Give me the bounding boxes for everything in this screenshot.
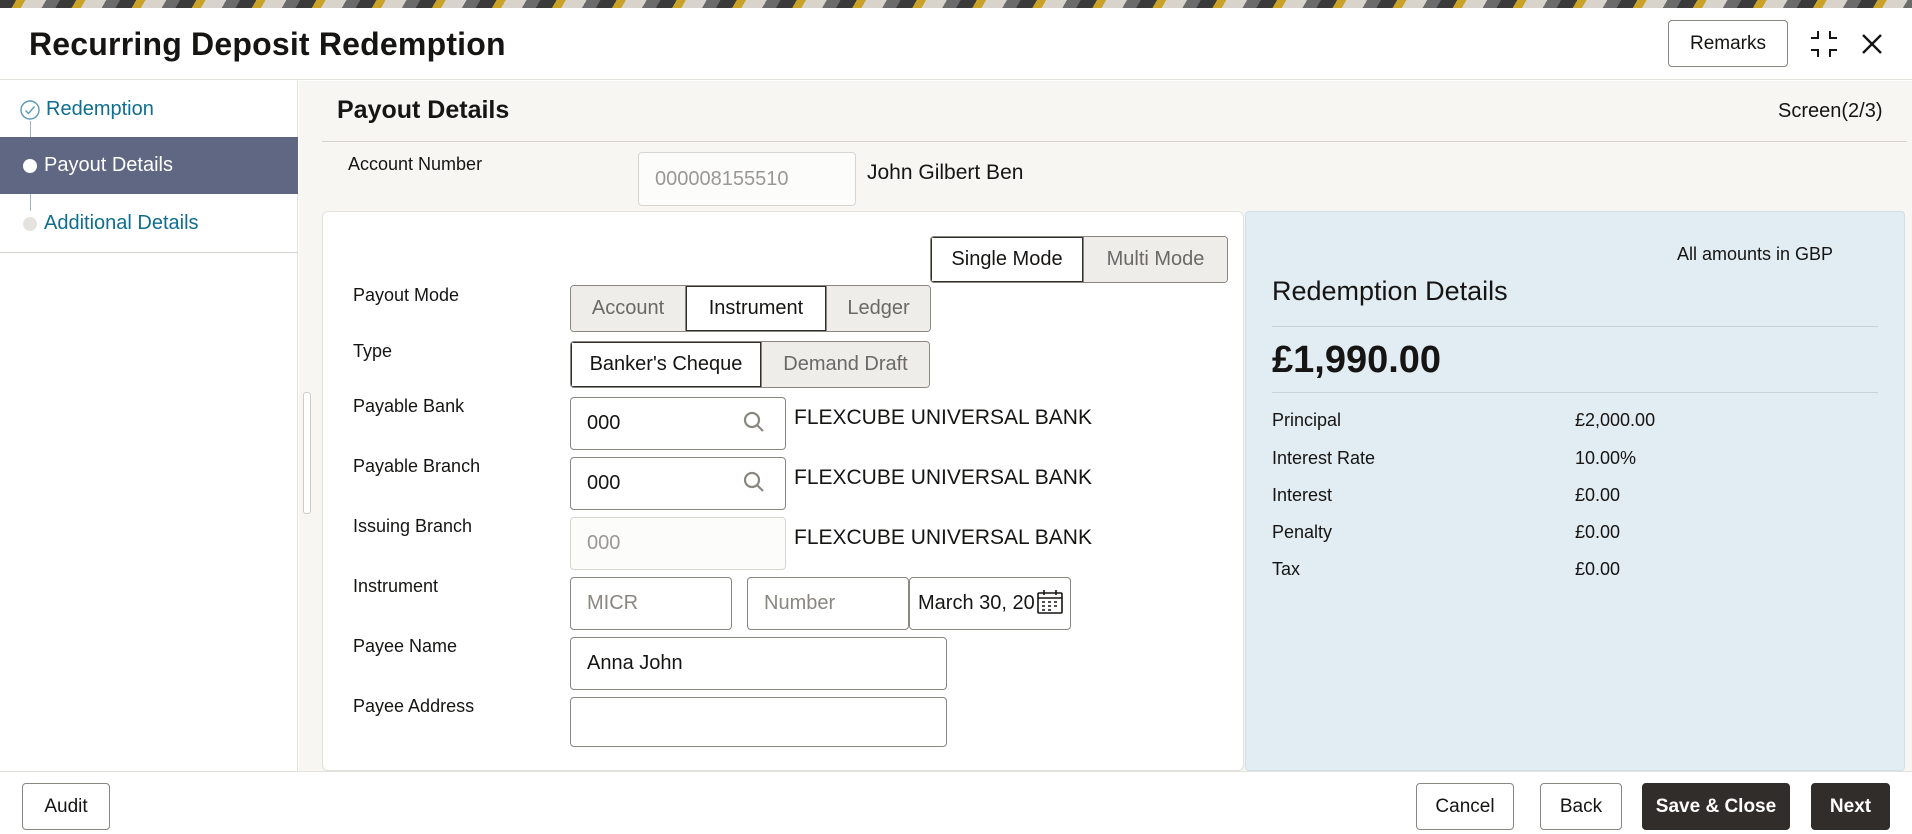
type-bankers-cheque-option[interactable]: Banker's Cheque (571, 342, 762, 387)
payable-branch-input[interactable]: 000 (570, 457, 786, 510)
payout-mode-ledger-option[interactable]: Ledger (827, 286, 930, 331)
issuing-branch-field: 000 (570, 517, 786, 570)
payee-name-label: Payee Name (353, 636, 458, 656)
sidebar-step-redemption[interactable]: Redemption (0, 81, 298, 138)
issuing-branch-name: FLEXCUBE UNIVERSAL BANK (794, 526, 1092, 549)
screen-indicator: Screen(2/3) (1778, 100, 1883, 122)
payout-mode-toggle: Account Instrument Ledger (570, 285, 931, 332)
instrument-date-input[interactable]: March 30, 20 (909, 577, 1071, 630)
interest-label: Interest (1272, 485, 1333, 505)
type-toggle: Banker's Cheque Demand Draft (570, 341, 930, 388)
shrink-icon[interactable] (1806, 26, 1842, 62)
payable-bank-input[interactable]: 000 (570, 397, 786, 450)
sidebar-step-additional-details[interactable]: Additional Details (0, 195, 298, 252)
check-circle-icon (20, 100, 40, 120)
payable-bank-label: Payable Bank (353, 396, 465, 416)
single-mode-option[interactable]: Single Mode (931, 237, 1084, 282)
instrument-number-input[interactable]: Number (747, 577, 909, 630)
payout-mode-instrument-option[interactable]: Instrument (686, 286, 827, 331)
interest-rate-label: Interest Rate (1272, 448, 1376, 468)
sidebar-step-label: Additional Details (44, 212, 199, 234)
account-holder-name: John Gilbert Ben (867, 161, 1024, 184)
tax-value: £0.00 (1575, 559, 1621, 579)
account-number-field: 000008155510 (638, 152, 856, 206)
sidebar-step-label: Redemption (46, 98, 154, 120)
page-title: Recurring Deposit Redemption (29, 26, 506, 62)
instrument-label: Instrument (353, 576, 439, 596)
section-title: Payout Details (337, 96, 510, 124)
issuing-branch-label: Issuing Branch (353, 516, 473, 536)
payout-mode-label: Payout Mode (353, 285, 460, 305)
payable-branch-label: Payable Branch (353, 456, 481, 476)
sidebar-step-payout-details[interactable]: Payout Details (0, 137, 298, 194)
interest-rate-value: 10.00% (1575, 448, 1637, 468)
top-decorative-strip (0, 0, 1912, 8)
payee-address-label: Payee Address (353, 696, 475, 716)
active-step-dot-icon (23, 159, 37, 173)
payee-address-input[interactable] (570, 697, 947, 747)
sidebar-resize-handle[interactable] (303, 392, 311, 514)
type-label: Type (353, 341, 393, 361)
train-stop-sidebar: Redemption Payout Details Additional Det… (0, 81, 298, 771)
sidebar-step-label: Payout Details (44, 154, 173, 176)
principal-label: Principal (1272, 410, 1342, 430)
payout-mode-account-option[interactable]: Account (571, 286, 686, 331)
redemption-divider (1272, 392, 1878, 393)
mode-toggle: Single Mode Multi Mode (930, 236, 1228, 283)
close-icon[interactable] (1854, 26, 1890, 62)
next-button[interactable]: Next (1811, 783, 1890, 830)
page-header: Recurring Deposit Redemption Remarks (0, 8, 1912, 80)
remarks-button[interactable]: Remarks (1668, 20, 1788, 67)
interest-value: £0.00 (1575, 485, 1621, 505)
currency-note: All amounts in GBP (1677, 244, 1834, 264)
redemption-divider (1272, 326, 1878, 327)
cancel-button[interactable]: Cancel (1416, 783, 1514, 830)
search-icon[interactable] (743, 411, 765, 433)
principal-value: £2,000.00 (1575, 410, 1656, 430)
penalty-value: £0.00 (1575, 522, 1621, 542)
account-number-label: Account Number (348, 154, 483, 174)
section-divider (322, 141, 1907, 142)
micr-input[interactable]: MICR (570, 577, 732, 630)
type-demand-draft-option[interactable]: Demand Draft (762, 342, 929, 387)
payable-branch-name: FLEXCUBE UNIVERSAL BANK (794, 466, 1092, 489)
multi-mode-option[interactable]: Multi Mode (1084, 237, 1227, 282)
back-button[interactable]: Back (1540, 783, 1622, 830)
tax-label: Tax (1272, 559, 1301, 579)
payee-name-input[interactable]: Anna John (570, 637, 947, 690)
search-icon[interactable] (743, 471, 765, 493)
redemption-total-amount: £1,990.00 (1272, 339, 1442, 381)
calendar-icon[interactable] (1036, 589, 1064, 615)
payable-bank-name: FLEXCUBE UNIVERSAL BANK (794, 406, 1092, 429)
sidebar-divider (0, 252, 298, 253)
save-and-close-button[interactable]: Save & Close (1642, 783, 1790, 830)
pending-step-dot-icon (23, 217, 37, 231)
redemption-details-title: Redemption Details (1272, 276, 1508, 306)
page-footer (0, 771, 1912, 834)
penalty-label: Penalty (1272, 522, 1333, 542)
audit-button[interactable]: Audit (22, 783, 110, 830)
